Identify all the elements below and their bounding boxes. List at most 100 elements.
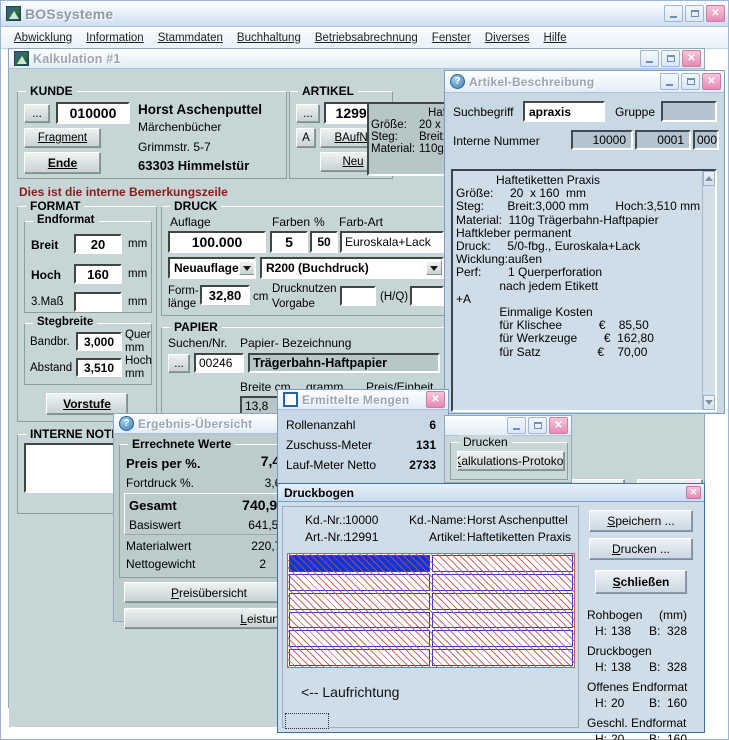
close-icon[interactable]: ✕ [426,391,445,408]
chevron-down-icon[interactable] [426,261,442,275]
farbart-label: Farb-Art [339,215,383,229]
grid-cell[interactable] [289,555,430,572]
maximize-icon[interactable] [528,417,547,434]
hq-field[interactable] [410,286,444,306]
interne-nummer-field-1[interactable]: 10000 [571,130,633,150]
grid-cell[interactable] [289,649,430,666]
ende-button-kunde[interactable]: Ende [24,152,101,174]
minimize-icon[interactable] [664,5,683,22]
close-icon[interactable]: ✕ [549,417,568,434]
errechnete-werte-legend: Errechnete Werte [128,437,235,451]
schliessen-button[interactable]: Schließen [595,570,687,594]
druckbogen-tab[interactable] [285,713,329,729]
abstand-field[interactable]: 3,510 [76,358,122,377]
kunde-number-field[interactable]: 010000 [56,102,130,124]
menu-item-information[interactable]: Information [79,30,151,46]
bandbreite-unit-mm: mm [125,342,144,354]
kunde-street: Grimmstr. 5-7 [138,140,211,154]
speichern-button[interactable]: Speichern ... [589,510,693,532]
minimize-icon[interactable] [640,50,659,67]
preisuebersicht-button[interactable]: Preisübersicht [124,582,294,603]
geschl-endformat-h-label: H: [595,732,607,740]
suchbegriff-field[interactable]: apraxis [523,101,605,122]
formlaenge-field[interactable]: 32,80 [200,285,250,305]
format-legend: FORMAT [26,199,84,213]
menu-item-fenster[interactable]: Fenster [425,30,478,46]
papier-bezeichnung-field[interactable]: Trägerbahn-Haftpapier [248,353,440,373]
breit-field[interactable]: 20 [74,234,122,254]
artikel-beschreibung-memo[interactable]: Haftetiketten Praxis Größe: 20 x 160 mm … [451,169,717,412]
grid-cell[interactable] [289,630,430,647]
scroll-down-icon[interactable] [703,395,715,410]
rohbogen-b-label: B: [649,624,660,638]
kd-nr-label: Kd.-Nr.: [305,513,346,527]
mass3-unit: mm [128,296,147,308]
druckbogen-grid[interactable] [287,553,575,668]
rollenanzahl-label: Rollenanzahl [286,418,355,432]
farben-prozent-field[interactable]: 50 [310,231,338,253]
auflage-field[interactable]: 100.000 [168,231,266,253]
maximize-icon[interactable] [685,5,704,22]
bandbreite-field[interactable]: 3,000 [76,332,122,351]
grid-cell[interactable] [289,612,430,629]
mass3-field[interactable] [74,292,122,312]
grid-cell[interactable] [289,593,430,610]
laufrichtung-label: <-- Laufrichtung [287,672,575,712]
format-group: FORMAT Endformat Breit 20 mm Hoch 160 mm… [17,206,157,422]
farbart-field[interactable]: Euroskala+Lack [340,231,444,253]
interne-nummer-field-3[interactable]: 000 [693,130,719,150]
menu-item-buchhaltung[interactable]: Buchhaltung [230,30,308,46]
scroll-up-icon[interactable] [703,171,715,186]
fragment-button[interactable]: Fragment [24,128,101,148]
grid-cell[interactable] [432,574,573,591]
maximize-icon[interactable] [661,50,680,67]
memo-scrollbar[interactable] [702,171,715,410]
close-icon[interactable]: ✕ [706,5,725,22]
papier-browse-button[interactable]: ... [168,354,190,373]
grid-cell[interactable] [432,612,573,629]
grid-cell[interactable] [432,649,573,666]
chevron-down-icon[interactable] [239,261,255,275]
grid-cell[interactable] [432,630,573,647]
grid-cell[interactable] [432,555,573,572]
grid-cell[interactable] [432,593,573,610]
kunde-browse-button[interactable]: ... [24,104,50,123]
close-icon[interactable]: ✕ [686,486,701,499]
kalkulations-protokoll-button[interactable]: Kalkulations-Protokoll [457,451,565,471]
artikel-info-label: Größe: [371,119,419,131]
gruppe-field[interactable] [661,101,717,122]
menu-item-hilfe[interactable]: Hilfe [537,30,574,46]
abstand-unit-mm: mm [125,368,144,380]
farben-field[interactable]: 5 [270,231,308,253]
geschl-endformat-label: Geschl. Endformat [587,716,686,730]
artikel-a-button[interactable]: A [296,128,316,148]
drucken-button[interactable]: Drucken ... [589,538,693,560]
auflage-type-combo[interactable]: Neuauflage [168,257,256,279]
close-icon[interactable]: ✕ [702,73,721,90]
menu-item-betriebsabrechnung[interactable]: Betriebsabrechnung [308,30,425,46]
hoch-field[interactable]: 160 [74,264,122,284]
offenes-endformat-h-value: 20 [611,696,624,710]
interne-nummer-field-2[interactable]: 0001 [635,130,691,150]
papier-number-field[interactable]: 00246 [194,353,244,373]
minimize-icon[interactable] [507,417,526,434]
rohbogen-unit: (mm) [659,608,687,622]
druck-group: DRUCK Auflage Farben % Farb-Art 100.000 … [161,206,446,316]
gruppe-label: Gruppe [615,105,655,119]
menu-item-stammdaten[interactable]: Stammdaten [151,30,230,46]
minimize-icon[interactable] [660,73,679,90]
machine-combo[interactable]: R200 (Buchdruck) [260,257,444,279]
grid-cell[interactable] [289,574,430,591]
close-icon[interactable]: ✕ [682,50,701,67]
artikel-browse-button[interactable]: ... [296,104,320,123]
vorstufe-button[interactable]: Vorstufe [46,393,128,415]
memo-text: Haftetiketten Praxis Größe: 20 x 160 mm … [453,171,702,410]
drucken-legend: Drucken [459,435,512,449]
menu-item-abwicklung[interactable]: Abwicklung [7,30,79,46]
drucknutzen-field[interactable] [340,286,376,306]
maximize-icon[interactable] [681,73,700,90]
endformat-group: Endformat Breit 20 mm Hoch 160 mm 3.Maß … [24,221,152,313]
breit-unit: mm [128,238,147,250]
menu-item-diverses[interactable]: Diverses [478,30,537,46]
endformat-legend: Endformat [33,214,99,226]
